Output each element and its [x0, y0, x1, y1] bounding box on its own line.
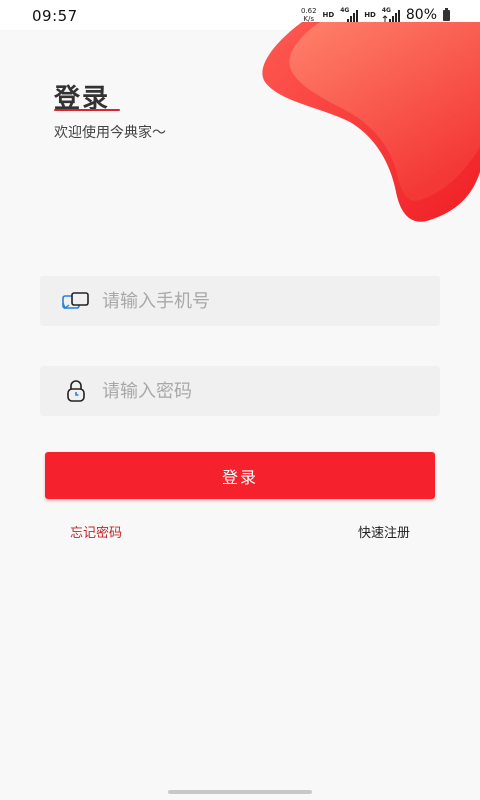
network-speed: 0.62 K/s [301, 7, 317, 23]
phone-field[interactable] [40, 276, 440, 326]
forgot-password-link[interactable]: 忘记密码 [70, 522, 122, 541]
password-input[interactable] [102, 366, 440, 416]
login-button[interactable]: 登录 [45, 452, 435, 499]
signal-icon: 4G [381, 7, 400, 23]
hd-badge: HD [322, 11, 335, 19]
login-screen: 09:57 0.62 K/s HD 4G HD 4G 80% 登录 欢迎使用今典… [0, 0, 480, 800]
battery-percent: 80% [405, 7, 437, 23]
account-bubbles-icon [60, 289, 92, 313]
network-speed-value: 0.62 [300, 7, 317, 15]
network-type: 4G [381, 7, 391, 14]
hd-badge: HD [364, 11, 376, 19]
signal-icon: 4G [340, 7, 359, 23]
welcome-subtitle: 欢迎使用今典家～ [54, 125, 166, 141]
network-type: 4G [340, 7, 350, 14]
battery-icon [443, 7, 450, 21]
password-field[interactable] [40, 366, 440, 416]
quick-register-link[interactable]: 快速注册 [358, 522, 410, 541]
status-time: 09:57 [32, 7, 78, 25]
lock-clock-icon [60, 379, 92, 403]
home-indicator[interactable] [168, 790, 312, 794]
title-underline [54, 109, 120, 111]
decorative-blob [262, 22, 480, 222]
phone-input[interactable] [102, 276, 440, 326]
